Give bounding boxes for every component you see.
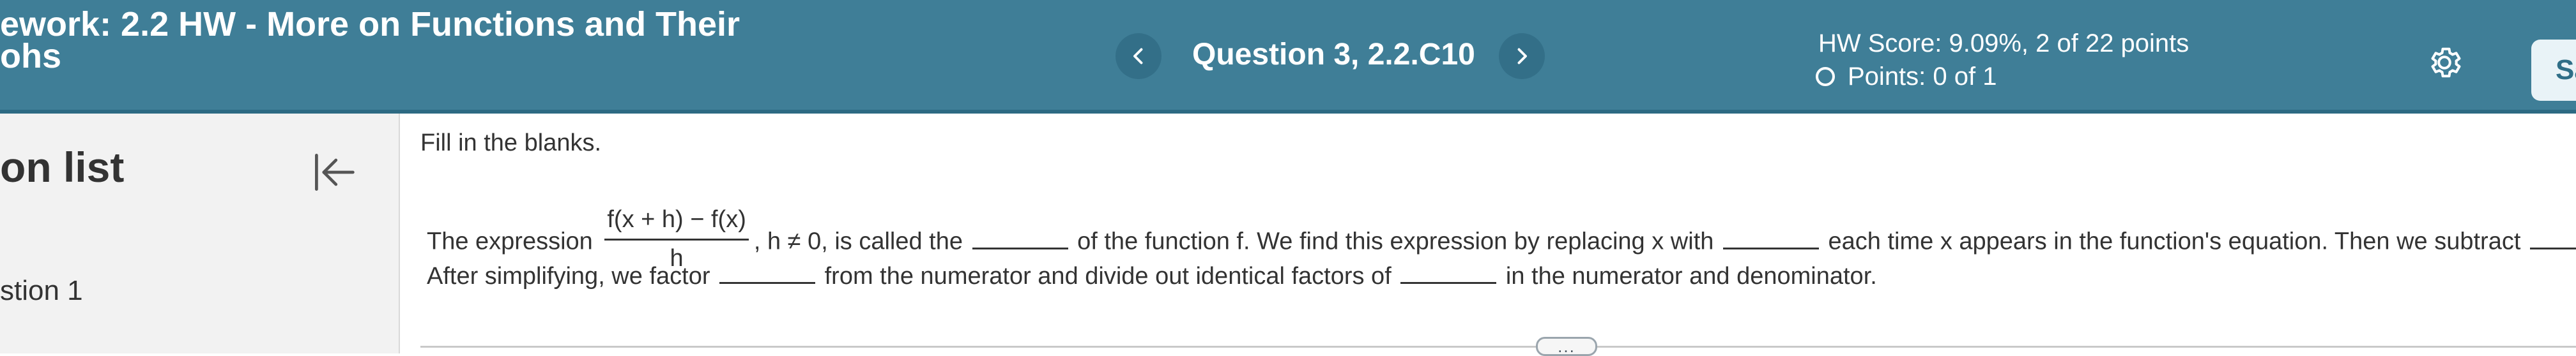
line2-text-2: from the numerator and divide out identi… [824, 263, 1392, 290]
next-question-button[interactable] [1499, 33, 1545, 79]
sidebar-title: on list [0, 144, 125, 191]
header-bar: ework: 2.2 HW - More on Functions and Th… [0, 0, 2576, 114]
chevron-left-icon [1133, 48, 1143, 64]
line2-text-1: After simplifying, we factor [427, 263, 710, 290]
blank-5-input[interactable] [1400, 258, 1497, 284]
collapse-left-icon[interactable] [309, 148, 358, 197]
homework-title: ework: 2.2 HW - More on Functions and Th… [0, 5, 740, 43]
blank-3-input[interactable] [2529, 223, 2576, 249]
divider [420, 346, 2576, 348]
line1-text-2: of the function f. We find this expressi… [1077, 228, 1714, 255]
sidebar-item-question-1[interactable]: stion 1 [0, 273, 83, 309]
blank-1-input[interactable] [972, 223, 1068, 249]
more-options-label: ... [1558, 337, 1575, 356]
save-button-label: Sa [2556, 54, 2576, 85]
previous-question-button[interactable] [1116, 33, 1162, 79]
line1-text-1: , h ≠ 0, is called the [753, 228, 963, 255]
expression-prefix: The expression [427, 228, 593, 255]
fraction-numerator: f(x + h) − f(x) [604, 204, 749, 241]
homework-title-continued: ohs [0, 37, 62, 75]
line1-text-3: each time x appears in the function's eq… [1828, 228, 2521, 255]
blank-4-input[interactable] [719, 258, 816, 284]
gear-icon[interactable] [2425, 43, 2464, 82]
points-indicator: Points: 0 of 1 [1816, 60, 1997, 93]
question-line-2: After simplifying, we factor from the nu… [427, 258, 1877, 292]
question-content: Fill in the blanks. The expression f(x +… [400, 114, 2576, 356]
blank-2-input[interactable] [1722, 223, 1819, 249]
question-list-sidebar: on list stion 1 [0, 114, 400, 353]
line2-text-3: in the numerator and denominator. [1505, 263, 1877, 290]
chevron-right-icon [1517, 48, 1527, 64]
question-title: Question 3, 2.2.C10 [1192, 38, 1475, 71]
points-circle-icon [1816, 67, 1835, 86]
hw-score: HW Score: 9.09%, 2 of 22 points [1818, 29, 2189, 57]
points-text: Points: 0 of 1 [1848, 63, 1997, 91]
instruction-text: Fill in the blanks. [420, 130, 602, 156]
